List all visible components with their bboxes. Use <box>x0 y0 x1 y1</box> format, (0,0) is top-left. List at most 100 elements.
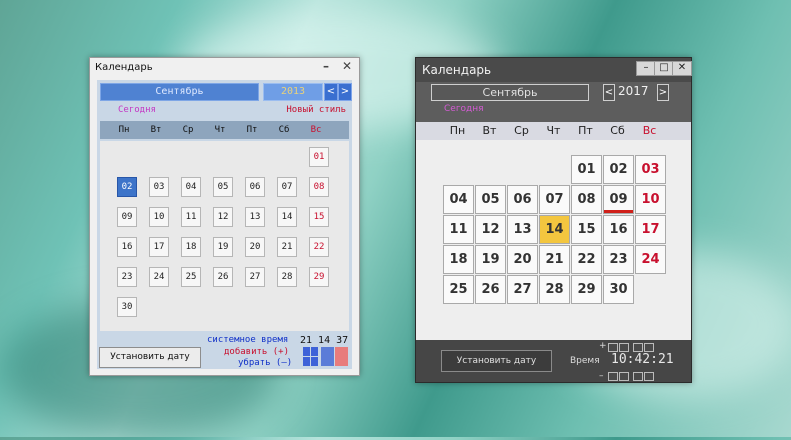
time-adjust-red-block[interactable] <box>335 347 348 366</box>
remove-hour-box[interactable] <box>608 372 618 381</box>
day-cell[interactable]: 05 <box>213 177 233 197</box>
day-cell[interactable]: 16 <box>117 237 137 257</box>
day-cell[interactable]: 02 <box>117 177 137 197</box>
day-cell[interactable]: 21 <box>539 245 570 274</box>
month-selector[interactable]: Сентябрь <box>100 83 259 101</box>
remove-minute-toggle[interactable] <box>311 357 318 366</box>
day-cell[interactable]: 16 <box>603 215 634 244</box>
time-adjust-block[interactable] <box>321 347 334 366</box>
weekday-label: Пт <box>578 124 593 137</box>
day-cell[interactable]: 17 <box>635 215 666 244</box>
day-cell[interactable]: 02 <box>603 155 634 184</box>
day-cell[interactable]: 03 <box>149 177 169 197</box>
day-cell[interactable]: 11 <box>443 215 474 244</box>
day-cell[interactable]: 28 <box>277 267 297 287</box>
bottom-bar: Установить дату Время 10:42:21 + – <box>416 340 691 382</box>
time-label: Время <box>570 356 600 366</box>
day-cell[interactable]: 29 <box>309 267 329 287</box>
day-cell[interactable]: 18 <box>443 245 474 274</box>
day-cell[interactable]: 12 <box>213 207 233 227</box>
plus-label: + <box>599 341 607 351</box>
day-cell[interactable]: 01 <box>571 155 602 184</box>
day-cell[interactable]: 25 <box>443 275 474 304</box>
day-cell[interactable]: 14 <box>539 215 570 244</box>
weekday-label: Ср <box>514 124 529 137</box>
remove-minute-box[interactable] <box>644 372 654 381</box>
day-cell[interactable]: 11 <box>181 207 201 227</box>
weekday-label: Вс <box>642 124 657 137</box>
next-year-button[interactable]: > <box>338 83 352 101</box>
day-cell[interactable]: 12 <box>475 215 506 244</box>
add-minute-toggle[interactable] <box>311 347 318 356</box>
day-cell[interactable]: 10 <box>149 207 169 227</box>
remove-hour-box[interactable] <box>619 372 629 381</box>
day-cell[interactable]: 06 <box>245 177 265 197</box>
add-hour-box[interactable] <box>619 343 629 352</box>
day-cell[interactable]: 14 <box>277 207 297 227</box>
set-date-button[interactable]: Установить дату <box>99 347 201 368</box>
day-cell[interactable]: 05 <box>475 185 506 214</box>
today-link[interactable]: Сегодня <box>118 105 156 115</box>
day-cell[interactable]: 07 <box>539 185 570 214</box>
prev-year-button[interactable]: < <box>324 83 338 101</box>
day-cell[interactable]: 03 <box>635 155 666 184</box>
day-cell[interactable]: 27 <box>507 275 538 304</box>
day-cell[interactable]: 15 <box>309 207 329 227</box>
day-cell[interactable]: 10 <box>635 185 666 214</box>
remove-minute-box[interactable] <box>633 372 643 381</box>
day-cell[interactable]: 13 <box>507 215 538 244</box>
add-minute-box[interactable] <box>633 343 643 352</box>
day-cell[interactable]: 29 <box>571 275 602 304</box>
day-cell[interactable]: 26 <box>213 267 233 287</box>
day-cell[interactable]: 24 <box>149 267 169 287</box>
day-cell[interactable]: 01 <box>309 147 329 167</box>
day-cell[interactable]: 19 <box>213 237 233 257</box>
year-field[interactable]: 2013 <box>263 83 323 101</box>
close-button[interactable]: ✕ <box>672 61 692 76</box>
day-cell[interactable]: 22 <box>309 237 329 257</box>
day-cell[interactable]: 26 <box>475 275 506 304</box>
day-cell[interactable]: 08 <box>571 185 602 214</box>
day-cell[interactable]: 20 <box>507 245 538 274</box>
add-hour-toggle[interactable] <box>303 347 310 356</box>
day-cell[interactable]: 18 <box>181 237 201 257</box>
day-cell[interactable]: 22 <box>571 245 602 274</box>
day-cell[interactable]: 30 <box>117 297 137 317</box>
day-cell[interactable]: 13 <box>245 207 265 227</box>
day-cell[interactable]: 07 <box>277 177 297 197</box>
day-cell[interactable]: 08 <box>309 177 329 197</box>
new-style-link[interactable]: Новый стиль <box>286 105 346 115</box>
month-selector[interactable]: Сентябрь <box>431 84 589 101</box>
day-cell[interactable]: 23 <box>603 245 634 274</box>
calendar-window-classic: Календарь – ✕ Сентябрь 2013 < > Сегодня … <box>89 57 360 376</box>
day-cell[interactable]: 04 <box>181 177 201 197</box>
day-cell[interactable]: 28 <box>539 275 570 304</box>
day-cell[interactable]: 25 <box>181 267 201 287</box>
next-year-button[interactable]: > <box>657 84 669 101</box>
day-cell[interactable]: 19 <box>475 245 506 274</box>
minimize-button[interactable]: – <box>636 61 656 76</box>
add-hour-box[interactable] <box>608 343 618 352</box>
day-cell[interactable]: 06 <box>507 185 538 214</box>
day-cell[interactable]: 30 <box>603 275 634 304</box>
weekday-label: Сб <box>278 125 290 135</box>
set-date-button[interactable]: Установить дату <box>441 350 552 372</box>
day-cell[interactable]: 15 <box>571 215 602 244</box>
day-cell[interactable]: 09 <box>117 207 137 227</box>
maximize-button[interactable]: □ <box>654 61 674 76</box>
today-link[interactable]: Сегодня <box>444 104 484 114</box>
day-cell[interactable]: 17 <box>149 237 169 257</box>
day-cell[interactable]: 04 <box>443 185 474 214</box>
day-cell[interactable]: 21 <box>277 237 297 257</box>
day-cell[interactable]: 23 <box>117 267 137 287</box>
remove-hour-toggle[interactable] <box>303 357 310 366</box>
day-cell[interactable]: 27 <box>245 267 265 287</box>
minimize-button[interactable]: – <box>323 59 329 73</box>
weekday-label: Вс <box>310 125 322 135</box>
day-cell[interactable]: 09 <box>603 185 634 214</box>
day-cell[interactable]: 20 <box>245 237 265 257</box>
add-minute-box[interactable] <box>644 343 654 352</box>
day-cell[interactable]: 24 <box>635 245 666 274</box>
prev-year-button[interactable]: < <box>603 84 615 101</box>
close-button[interactable]: ✕ <box>342 59 352 73</box>
